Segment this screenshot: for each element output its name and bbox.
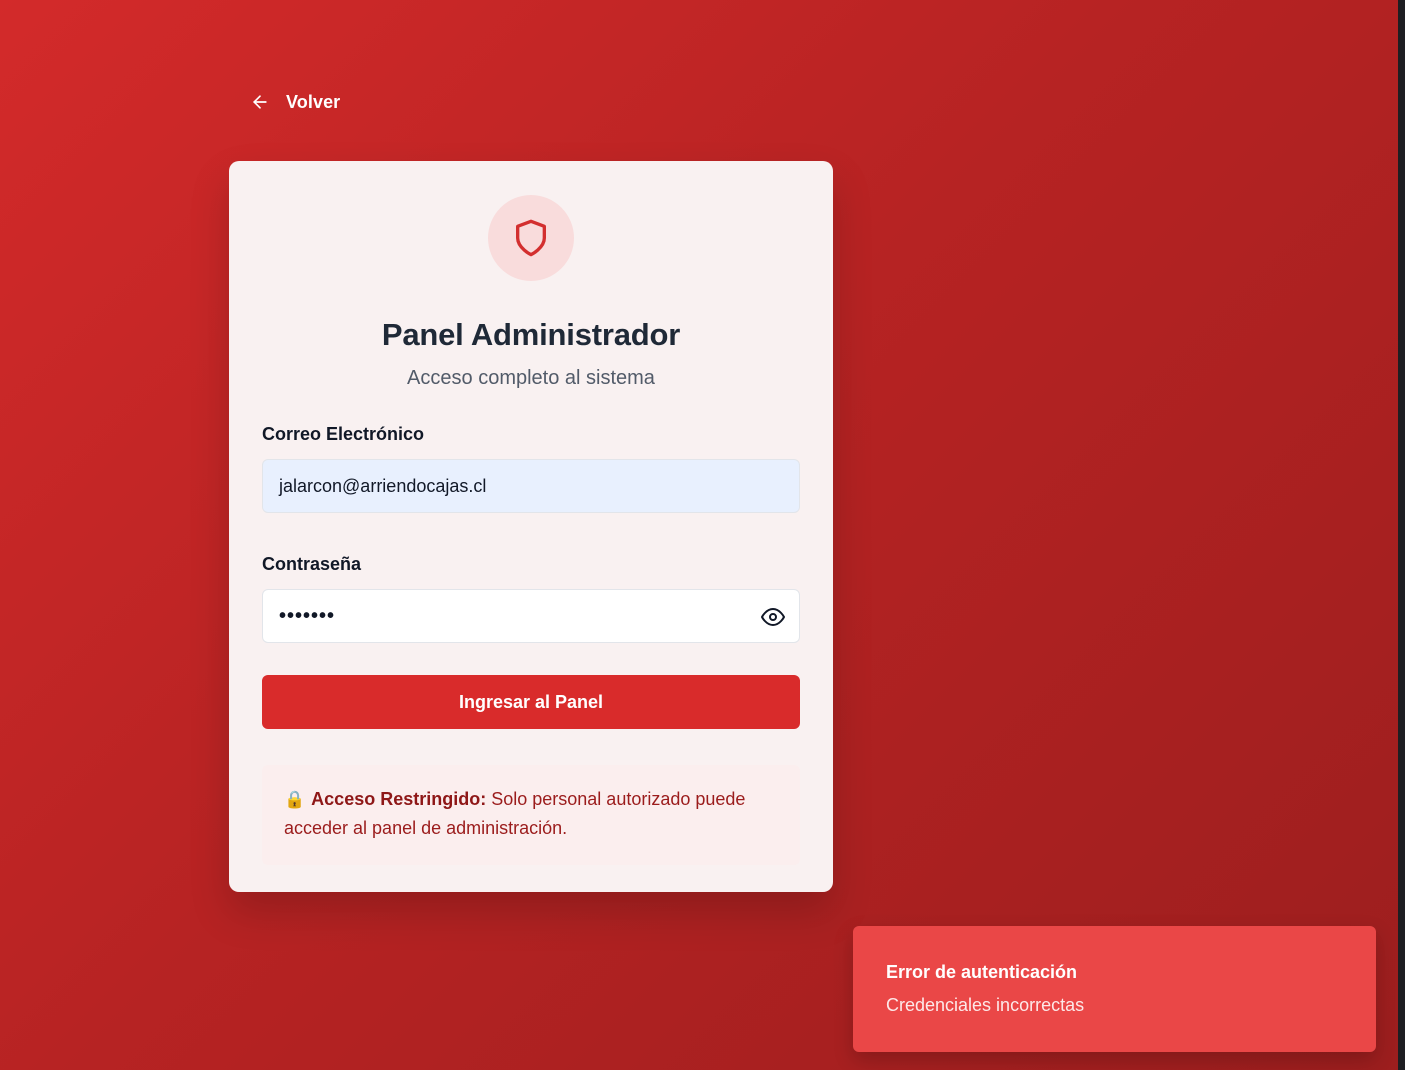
- arrow-left-icon: [253, 95, 267, 109]
- shield-icon: [516, 219, 546, 257]
- password-value: •••••••: [279, 604, 336, 627]
- back-label: Volver: [286, 91, 341, 112]
- restricted-notice: 🔒 Acceso Restringido: Solo personal autor…: [262, 765, 800, 865]
- lock-icon: 🔒: [284, 790, 306, 809]
- error-toast[interactable]: Error de autenticación Credenciales inco…: [853, 926, 1376, 1052]
- page-title: Panel Administrador: [381, 317, 681, 352]
- login-card: Panel Administrador Acceso completo al s…: [229, 161, 833, 892]
- back-link[interactable]: Volver: [250, 88, 340, 116]
- password-field[interactable]: •••••••: [262, 589, 800, 643]
- notice-strong: Acceso Restringido:: [311, 789, 487, 809]
- email-label: Correo Electrónico: [262, 424, 425, 444]
- shield-badge: [488, 195, 574, 281]
- eye-icon[interactable]: [761, 605, 785, 629]
- toast-title: Error de autenticación: [886, 962, 1078, 982]
- password-label: Contraseña: [262, 554, 362, 574]
- submit-button[interactable]: Ingresar al Panel: [262, 675, 800, 729]
- page-subtitle: Acceso completo al sistema: [407, 367, 655, 389]
- email-field[interactable]: jalarcon@arriendocajas.cl: [262, 459, 800, 513]
- window-edge: [1398, 0, 1405, 1070]
- toast-message: Credenciales incorrectas: [886, 995, 1085, 1015]
- email-value: jalarcon@arriendocajas.cl: [279, 475, 487, 496]
